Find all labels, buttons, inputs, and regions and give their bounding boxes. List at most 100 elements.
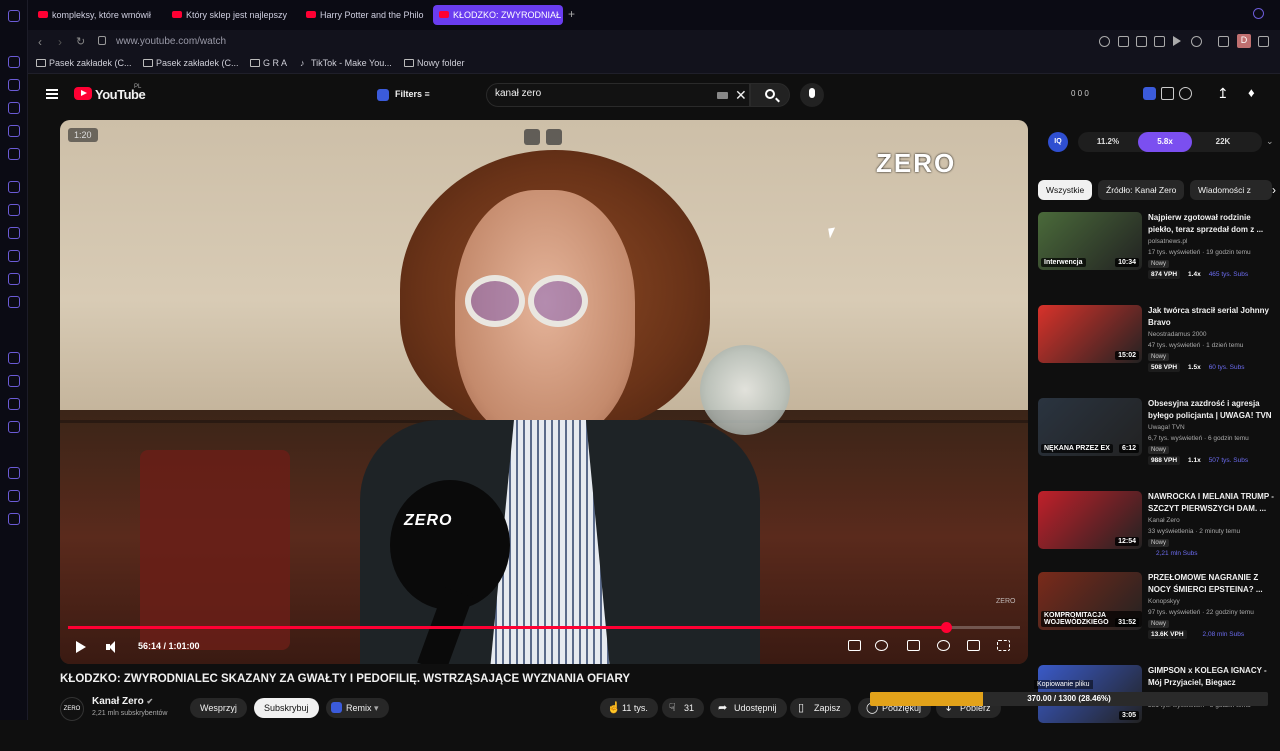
recommendation-title[interactable]: NAWROCKA I MELANIA TRUMP - SZCZYT PIERWS…: [1148, 491, 1274, 515]
subscribe-button[interactable]: Subskrybuj: [254, 698, 319, 718]
upload-icon[interactable]: ↥: [1217, 86, 1230, 100]
downloads-icon[interactable]: [1258, 36, 1269, 47]
recommendation-title[interactable]: Obsesyjna zazdrość i agresja byłego poli…: [1148, 398, 1274, 422]
recommendation-item[interactable]: 15:02 Jak twórca stracił serial Johnny Br…: [1038, 305, 1274, 391]
subtitles-icon[interactable]: [907, 640, 920, 651]
chip-source[interactable]: Źródło: Kanał Zero: [1098, 180, 1185, 200]
save-button[interactable]: ▯ Zapisz: [790, 698, 851, 718]
recommendation-item[interactable]: 3:05 GIMPSON x KOLEGA IGNACY - Mój Przyja…: [1038, 665, 1274, 751]
fullscreen-icon[interactable]: [997, 640, 1010, 651]
bookmark-folder-2[interactable]: Pasek zakładek (C...: [143, 58, 239, 68]
clear-search-icon[interactable]: ✕: [735, 87, 747, 104]
recommendation-channel[interactable]: Uwaga! TVN: [1148, 424, 1185, 431]
dislike-button[interactable]: ☟ 31: [662, 698, 705, 718]
screenshot-icon[interactable]: [1136, 36, 1147, 47]
bookmark-folder-1[interactable]: Pasek zakładek (C...: [36, 58, 132, 68]
settings-icon[interactable]: [937, 640, 950, 651]
hamburger-menu-icon[interactable]: [46, 89, 58, 99]
bookmark-page-icon[interactable]: [1118, 36, 1129, 47]
instagram-icon[interactable]: [8, 250, 20, 262]
shield-icon[interactable]: [1154, 36, 1165, 47]
tab-2[interactable]: Który sklep jest najlepszy: [166, 5, 294, 25]
recommendation-item[interactable]: KOMPROMITACJA WOJEWÓDZKIEGO 31:52 PRZEŁOMO…: [1038, 572, 1274, 658]
chip-all[interactable]: Wszystkie: [1038, 180, 1093, 200]
notifications-bell-icon[interactable]: ♦: [1248, 86, 1261, 100]
iq-extension-icon[interactable]: [1143, 87, 1156, 100]
voice-search-icon[interactable]: [800, 83, 824, 107]
download-icon[interactable]: [8, 467, 20, 479]
play-icon[interactable]: [76, 641, 86, 653]
back-icon[interactable]: ‹: [38, 35, 42, 49]
video-thumbnail[interactable]: 12:54: [1038, 491, 1142, 549]
send-icon[interactable]: [1173, 36, 1181, 46]
recommendation-channel[interactable]: Konopskyy: [1148, 598, 1180, 605]
chip-news[interactable]: Wiadomości z: [1190, 180, 1272, 200]
extensions-icon[interactable]: [1218, 36, 1229, 47]
video-thumbnail[interactable]: NĘKANA PRZEZ EX 6:12: [1038, 398, 1142, 456]
video-player[interactable]: ZERO ZERO ZERO 1:20 56:14 / 1:01:00: [60, 120, 1028, 664]
search-button[interactable]: [750, 83, 790, 107]
mail-icon[interactable]: [8, 148, 20, 160]
youtube-logo-icon[interactable]: [74, 87, 92, 100]
recommendation-channel[interactable]: Kanał Zero: [1148, 517, 1180, 524]
profile-avatar[interactable]: D: [1237, 34, 1251, 48]
search-tabs-icon[interactable]: [1253, 8, 1264, 19]
chevron-down-icon[interactable]: ⌄: [1266, 136, 1274, 147]
skip-icon[interactable]: [546, 129, 562, 145]
volume-icon[interactable]: [106, 641, 120, 653]
like-button[interactable]: ☝ 11 tys.: [600, 698, 658, 718]
new-tab-button[interactable]: +: [568, 7, 575, 21]
recommendation-channel[interactable]: polsatnews.pl: [1148, 238, 1187, 245]
gem-icon[interactable]: [1179, 87, 1192, 100]
progress-scrubber[interactable]: [940, 622, 952, 633]
keyboard-icon[interactable]: [717, 92, 728, 99]
forward-icon[interactable]: ›: [58, 35, 62, 49]
menu-icon[interactable]: [8, 10, 20, 22]
recommendation-item[interactable]: NĘKANA PRZEZ EX 6:12 Obsesyjna zazdrość i …: [1038, 398, 1274, 484]
chat-icon[interactable]: [8, 204, 20, 216]
recommendation-title[interactable]: PRZEŁOMOWE NAGRANIE Z NOCY ŚMIERCI EPSTE…: [1148, 572, 1274, 596]
puzzle-icon[interactable]: [8, 490, 20, 502]
twitch-icon[interactable]: [8, 181, 20, 193]
iq-badge[interactable]: IQ: [1048, 132, 1068, 152]
heart-icon[interactable]: [8, 398, 20, 410]
recommendation-item[interactable]: Interwencja 10:34 Najpierw zgotował rodzin…: [1038, 212, 1274, 298]
bookmark-tiktok[interactable]: ♪ TikTok - Make You...: [298, 58, 392, 68]
filters-button[interactable]: Filters ≡: [373, 85, 436, 105]
reload-icon[interactable]: ↻: [76, 35, 85, 48]
chevron-right-icon[interactable]: ›: [1272, 183, 1276, 197]
video-thumbnail[interactable]: 15:02: [1038, 305, 1142, 363]
heart-icon[interactable]: [1191, 36, 1202, 47]
recommendation-title[interactable]: Najpierw zgotował rodzinie piekło, teraz…: [1148, 212, 1274, 236]
play-icon[interactable]: [8, 375, 20, 387]
video-thumbnail[interactable]: Interwencja 10:34: [1038, 212, 1142, 270]
settings-icon[interactable]: [8, 513, 20, 525]
remix-button[interactable]: Remix ▾: [326, 698, 389, 718]
channel-avatar[interactable]: ZERO: [60, 697, 84, 721]
recommendation-title[interactable]: GIMPSON x KOLEGA IGNACY - Mój Przyjaciel…: [1148, 665, 1274, 689]
recommendation-item[interactable]: 12:54 NAWROCKA I MELANIA TRUMP - SZCZYT P…: [1038, 491, 1274, 577]
list-icon[interactable]: [1161, 87, 1174, 100]
miniplayer-icon[interactable]: [524, 129, 540, 145]
channel-name[interactable]: Kanał Zero ✔: [92, 696, 153, 707]
x-icon[interactable]: [8, 273, 20, 285]
notes-icon[interactable]: [8, 125, 20, 137]
bookmark-folder-3[interactable]: G R A: [250, 58, 287, 68]
theater-mode-icon[interactable]: [967, 640, 980, 651]
shopping-icon[interactable]: [8, 79, 20, 91]
zoom-icon[interactable]: [1099, 36, 1110, 47]
tab-1[interactable]: kompleksy, które wmówił: [32, 5, 160, 25]
messenger-icon[interactable]: [8, 56, 20, 68]
telegram-icon[interactable]: [8, 227, 20, 239]
url-field[interactable]: www.youtube.com/watch: [116, 36, 226, 47]
tab-4-active[interactable]: KŁODZKO: ZWYRODNIAŁ: [433, 5, 563, 25]
recommendation-channel[interactable]: Neostradamus 2000: [1148, 331, 1207, 338]
video-thumbnail[interactable]: KOMPROMITACJA WOJEWÓDZKIEGO 31:52: [1038, 572, 1142, 630]
list-icon[interactable]: [8, 421, 20, 433]
globe-icon[interactable]: [8, 352, 20, 364]
iq-player-icon[interactable]: [848, 640, 861, 651]
user-icon[interactable]: [8, 102, 20, 114]
share-button[interactable]: ➦ Udostępnij: [710, 698, 787, 718]
support-button[interactable]: Wesprzyj: [190, 698, 247, 718]
bookmark-folder-5[interactable]: Nowy folder: [404, 58, 465, 68]
